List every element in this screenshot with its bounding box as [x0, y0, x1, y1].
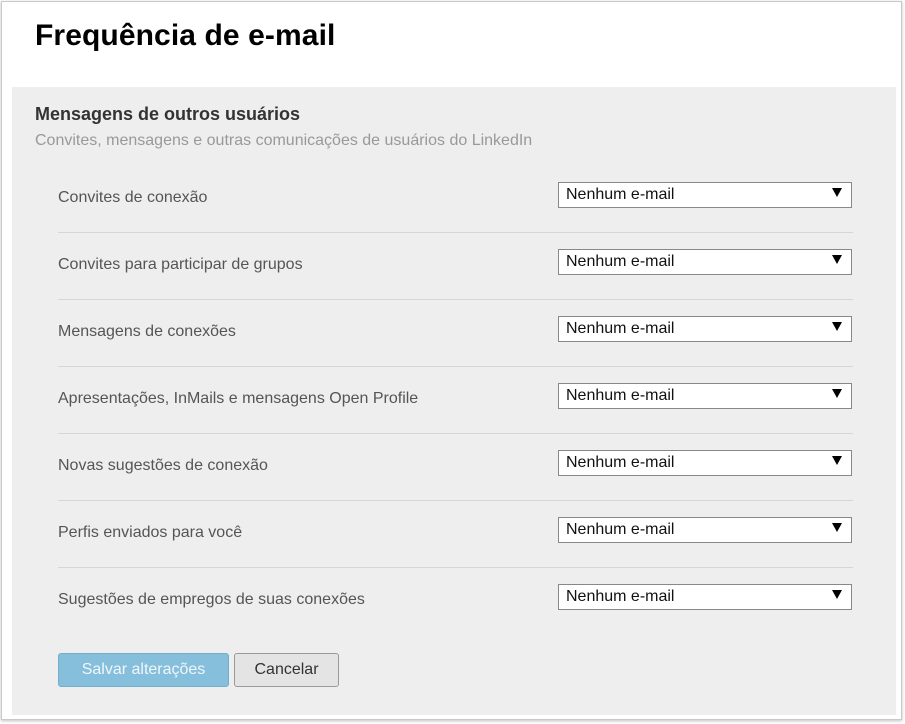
setting-label: Perfis enviados para você	[58, 524, 243, 541]
email-frequency-window: Frequência de e-mail Mensagens de outros…	[1, 1, 902, 720]
setting-label: Novas sugestões de conexão	[58, 457, 268, 474]
select-value: Nenhum e-mail	[566, 253, 675, 270]
section-subtitle: Convites, mensagens e outras comunicaçõe…	[35, 132, 533, 149]
setting-row-profiles-sent: Perfis enviados para você Nenhum e-mail	[58, 501, 853, 568]
email-frequency-select[interactable]: Nenhum e-mail	[558, 450, 852, 476]
select-value: Nenhum e-mail	[566, 186, 675, 203]
email-frequency-select[interactable]: Nenhum e-mail	[558, 584, 852, 610]
email-frequency-select[interactable]: Nenhum e-mail	[558, 182, 852, 208]
page-title: Frequência de e-mail	[35, 19, 336, 52]
settings-panel: Mensagens de outros usuários Convites, m…	[12, 87, 896, 715]
setting-row-inmails: Apresentações, InMails e mensagens Open …	[58, 367, 853, 434]
select-value: Nenhum e-mail	[566, 588, 675, 605]
email-frequency-select[interactable]: Nenhum e-mail	[558, 383, 852, 409]
save-button[interactable]: Salvar alterações	[58, 653, 229, 687]
setting-label: Convites para participar de grupos	[58, 256, 303, 273]
setting-row-connection-invites: Convites de conexão Nenhum e-mail	[58, 166, 853, 233]
chevron-down-icon	[832, 389, 842, 398]
setting-label: Mensagens de conexões	[58, 323, 236, 340]
chevron-down-icon	[832, 456, 842, 465]
setting-row-connection-suggestions: Novas sugestões de conexão Nenhum e-mail	[58, 434, 853, 501]
email-frequency-select[interactable]: Nenhum e-mail	[558, 316, 852, 342]
chevron-down-icon	[832, 255, 842, 264]
select-value: Nenhum e-mail	[566, 320, 675, 337]
select-value: Nenhum e-mail	[566, 454, 675, 471]
setting-label: Sugestões de empregos de suas conexões	[58, 591, 365, 608]
chevron-down-icon	[832, 590, 842, 599]
setting-row-connection-messages: Mensagens de conexões Nenhum e-mail	[58, 300, 853, 367]
chevron-down-icon	[832, 322, 842, 331]
chevron-down-icon	[832, 188, 842, 197]
setting-row-group-invites: Convites para participar de grupos Nenhu…	[58, 233, 853, 300]
email-frequency-select[interactable]: Nenhum e-mail	[558, 517, 852, 543]
cancel-button[interactable]: Cancelar	[234, 653, 339, 687]
setting-label: Apresentações, InMails e mensagens Open …	[58, 390, 419, 407]
chevron-down-icon	[832, 523, 842, 532]
select-value: Nenhum e-mail	[566, 521, 675, 538]
setting-row-job-suggestions: Sugestões de empregos de suas conexões N…	[58, 568, 853, 635]
section-title: Mensagens de outros usuários	[35, 104, 301, 124]
settings-list: Convites de conexão Nenhum e-mail Convit…	[58, 166, 853, 635]
select-value: Nenhum e-mail	[566, 387, 675, 404]
setting-label: Convites de conexão	[58, 189, 208, 206]
email-frequency-select[interactable]: Nenhum e-mail	[558, 249, 852, 275]
